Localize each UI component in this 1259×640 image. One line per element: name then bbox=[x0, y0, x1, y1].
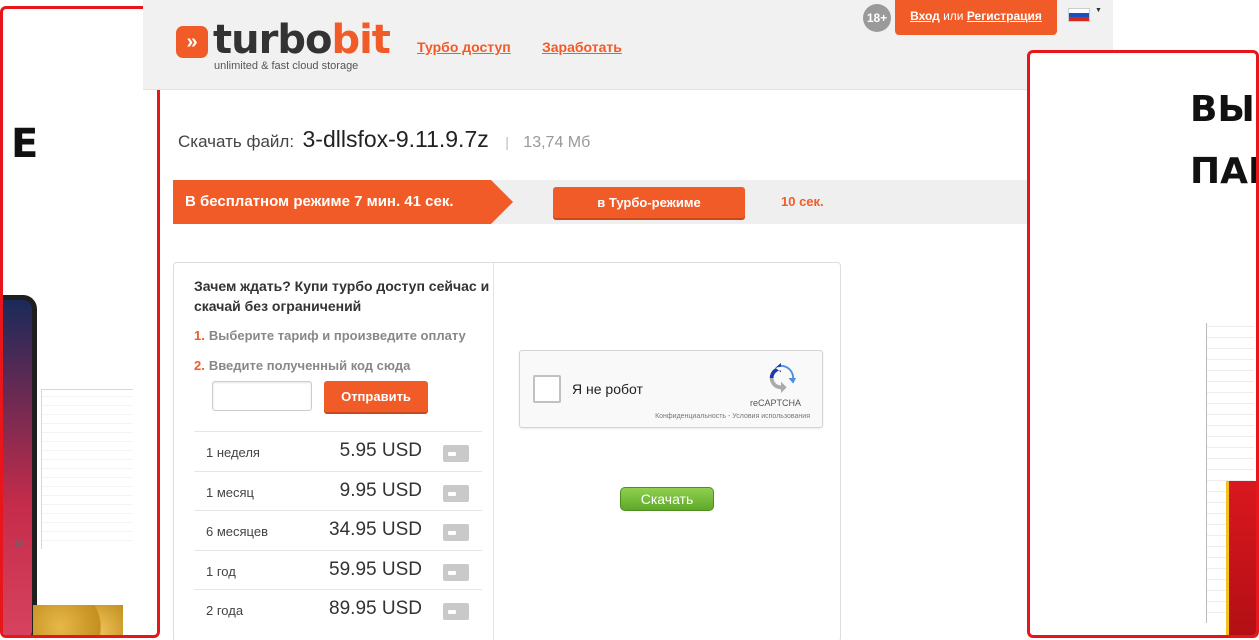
plan-row[interactable]: 1 год 59.95 USD bbox=[194, 549, 482, 590]
ad-coins-image bbox=[33, 605, 123, 635]
step-choose-plan: 1. Выберите тариф и произведите оплату bbox=[194, 328, 466, 343]
send-code-button[interactable]: Отправить bbox=[324, 381, 428, 412]
ad-headline: Е bbox=[11, 121, 39, 167]
file-title: Скачать файл: 3-dllsfox-9.11.9.7z | 13,7… bbox=[178, 126, 590, 153]
ad-headline-line-2: ПАК bbox=[1190, 151, 1256, 192]
step-enter-code: 2. Введите полученный код сюда bbox=[194, 358, 411, 373]
turbo-offer-panel: Зачем ждать? Купи турбо доступ сейчас и … bbox=[173, 262, 841, 640]
page: Е М » turbobit unlimited & fast cloud st… bbox=[0, 0, 1259, 640]
credit-card-icon[interactable] bbox=[443, 603, 469, 620]
plan-duration: 2 года bbox=[206, 603, 244, 618]
ad-phone-image bbox=[3, 295, 37, 635]
offer-heading: Зачем ждать? Купи турбо доступ сейчас и … bbox=[194, 278, 490, 314]
turbo-purchase-section: Зачем ждать? Купи турбо доступ сейчас и … bbox=[174, 263, 494, 640]
age-rating-badge: 18+ bbox=[863, 4, 891, 32]
plan-duration: 6 месяцев bbox=[206, 524, 268, 539]
chevron-down-icon[interactable]: ▼ bbox=[1095, 7, 1102, 14]
logo-wordmark: turbobit bbox=[213, 17, 391, 63]
ru-flag-icon[interactable] bbox=[1068, 8, 1090, 22]
turbo-mode-time: 10 сек. bbox=[781, 194, 824, 209]
turbo-mode-button[interactable]: в Турбо-режиме bbox=[553, 187, 745, 218]
credit-card-icon[interactable] bbox=[443, 445, 469, 462]
ad-sublabel: М bbox=[15, 539, 24, 550]
turbobit-logo[interactable]: » turbobit unlimited & fast cloud storag… bbox=[176, 18, 391, 74]
plan-duration: 1 год bbox=[206, 563, 236, 579]
register-link[interactable]: Регистрация bbox=[967, 9, 1042, 23]
recaptcha-logo-icon bbox=[769, 363, 796, 393]
file-size: 13,74 Мб bbox=[523, 134, 591, 151]
plan-duration: 1 месяц bbox=[206, 484, 254, 500]
plan-duration: 1 неделя bbox=[206, 445, 260, 460]
download-file-label: Скачать файл: bbox=[178, 132, 295, 151]
nav-earn-link[interactable]: Заработать bbox=[542, 39, 622, 55]
auth-box: Вход или Регистрация bbox=[895, 0, 1057, 35]
auth-or-text: или bbox=[939, 9, 967, 23]
nav-turbo-access-link[interactable]: Турбо доступ bbox=[417, 39, 511, 55]
login-link[interactable]: Вход bbox=[910, 9, 940, 23]
logo-tagline: unlimited & fast cloud storage bbox=[214, 60, 359, 72]
recaptcha-brand: reCAPTCHA bbox=[750, 398, 802, 408]
plan-price: 5.95 USD bbox=[339, 440, 422, 461]
plan-row[interactable]: 1 неделя 5.95 USD bbox=[194, 431, 482, 471]
ad-gift-image bbox=[1226, 481, 1256, 635]
download-timer-bar: В бесплатном режиме 7 мин. 41 сек. в Тур… bbox=[173, 180, 1083, 224]
plan-price: 59.95 USD bbox=[329, 558, 422, 580]
recaptcha-widget: Я не робот reCAPTCHA Конфиденциальность … bbox=[519, 350, 823, 428]
plan-price: 89.95 USD bbox=[329, 598, 422, 619]
right-ad-banner[interactable]: ВЫ ПАК bbox=[1027, 50, 1259, 638]
turbo-chevrons-icon: » bbox=[176, 26, 208, 58]
credit-card-icon[interactable] bbox=[443, 484, 469, 502]
title-separator: | bbox=[505, 134, 509, 150]
free-mode-timer: В бесплатном режиме 7 мин. 41 сек. bbox=[173, 180, 513, 224]
file-name: 3-dllsfox-9.11.9.7z bbox=[302, 126, 489, 152]
plan-row[interactable]: 2 года 89.95 USD bbox=[194, 589, 482, 629]
recaptcha-label: Я не робот bbox=[572, 381, 643, 397]
ad-building-illustration bbox=[41, 389, 133, 549]
recaptcha-terms-links[interactable]: Конфиденциальность - Условия использован… bbox=[655, 413, 810, 420]
credit-card-icon[interactable] bbox=[443, 524, 469, 541]
plan-row[interactable]: 1 месяц 9.95 USD bbox=[194, 470, 482, 511]
credit-card-icon[interactable] bbox=[443, 563, 469, 581]
left-ad-banner[interactable]: Е М bbox=[0, 6, 160, 638]
turbo-code-input[interactable] bbox=[212, 381, 312, 411]
plan-price: 34.95 USD bbox=[329, 519, 422, 540]
site-header: » turbobit unlimited & fast cloud storag… bbox=[143, 0, 1113, 90]
plan-price: 9.95 USD bbox=[339, 479, 422, 501]
recaptcha-checkbox[interactable] bbox=[533, 375, 561, 403]
plan-list: 1 неделя 5.95 USD 1 месяц 9.95 USD 6 мес… bbox=[194, 431, 482, 629]
ad-headline-line-1: ВЫ bbox=[1190, 89, 1255, 130]
download-button[interactable]: Скачать bbox=[620, 487, 714, 511]
plan-row[interactable]: 6 месяцев 34.95 USD bbox=[194, 510, 482, 550]
